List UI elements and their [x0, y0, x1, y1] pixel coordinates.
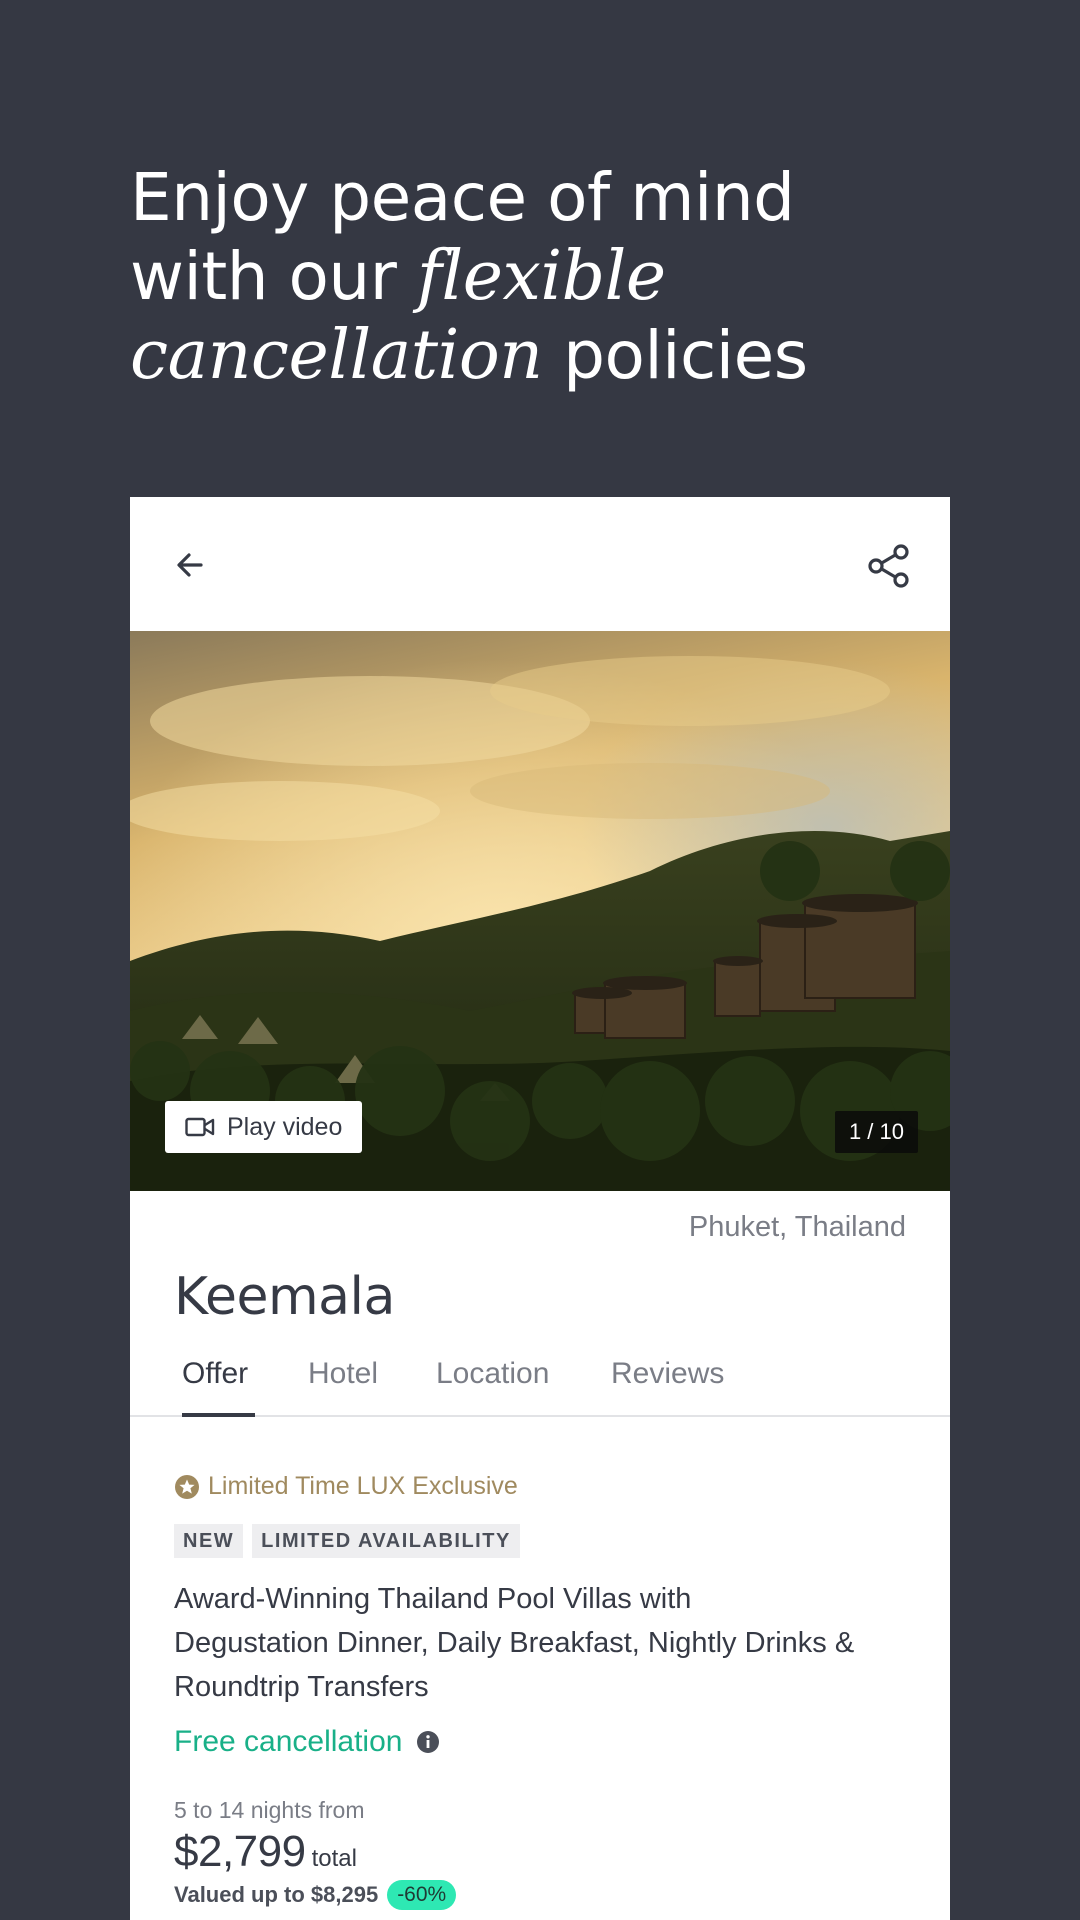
card-header — [130, 497, 950, 631]
tab-location[interactable]: Location — [436, 1357, 549, 1391]
video-camera-icon — [185, 1117, 215, 1137]
lux-exclusive-label: Limited Time LUX Exclusive — [174, 1472, 518, 1501]
hero-photo[interactable]: Play video 1 / 10 — [130, 631, 950, 1191]
offer-description: Award-Winning Thailand Pool Villas with … — [174, 1577, 919, 1709]
offer-tabs: Offer Hotel Location Reviews — [130, 1345, 950, 1417]
headline-line-1: Enjoy peace of mind — [130, 159, 795, 236]
active-tab-indicator — [182, 1413, 255, 1417]
headline-line-2-prefix: with our — [130, 238, 417, 315]
share-button[interactable] — [864, 541, 914, 591]
lux-exclusive-text: Limited Time LUX Exclusive — [208, 1472, 518, 1500]
discount-badge: -60% — [387, 1880, 457, 1910]
hotel-location: Phuket, Thailand — [688, 1211, 906, 1243]
tab-reviews[interactable]: Reviews — [611, 1357, 724, 1391]
valued-price: Valued up to $8,295 — [174, 1882, 379, 1907]
tab-hotel[interactable]: Hotel — [308, 1357, 378, 1391]
free-cancellation-text: Free cancellation — [174, 1725, 403, 1758]
play-video-button[interactable]: Play video — [165, 1101, 363, 1153]
offer-description-line: Award-Winning Thailand Pool Villas with — [174, 1583, 692, 1615]
badge-limited-availability: LIMITED AVAILABILITY — [252, 1524, 520, 1558]
star-badge-icon — [175, 1474, 199, 1499]
hotel-name: Keemala — [174, 1267, 395, 1327]
price-row: $2,799 total — [174, 1827, 357, 1877]
valued-row: Valued up to $8,295 -60% — [174, 1880, 457, 1910]
headline-line-2: with our flexible — [130, 237, 990, 316]
headline-cancellation: cancellation — [130, 316, 543, 395]
page-headline: Enjoy peace of mind with our flexible ca… — [130, 158, 990, 395]
headline-flexible: flexible — [416, 237, 666, 316]
headline-line-3-suffix: policies — [542, 317, 808, 394]
photo-counter: 1 / 10 — [834, 1111, 918, 1153]
headline-line-3: cancellation policies — [130, 316, 990, 395]
offer-description-line: Roundtrip Transfers — [174, 1671, 429, 1703]
share-icon — [868, 544, 909, 588]
offer-badges: NEW LIMITED AVAILABILITY — [174, 1524, 520, 1558]
back-button[interactable] — [170, 545, 210, 585]
free-cancellation: Free cancellation — [174, 1725, 440, 1759]
price-suffix: total — [311, 1845, 357, 1872]
badge-new: NEW — [174, 1524, 244, 1558]
play-video-label: Play video — [227, 1112, 343, 1141]
info-icon[interactable] — [416, 1730, 440, 1754]
nights-label: 5 to 14 nights from — [174, 1797, 365, 1823]
arrow-left-icon — [177, 553, 203, 577]
price: $2,799 — [174, 1827, 306, 1876]
offer-card: Play video 1 / 10 Phuket, Thailand Keema… — [130, 497, 950, 1920]
tab-offer[interactable]: Offer — [182, 1357, 248, 1391]
offer-description-line: Degustation Dinner, Daily Breakfast, Nig… — [174, 1627, 855, 1659]
